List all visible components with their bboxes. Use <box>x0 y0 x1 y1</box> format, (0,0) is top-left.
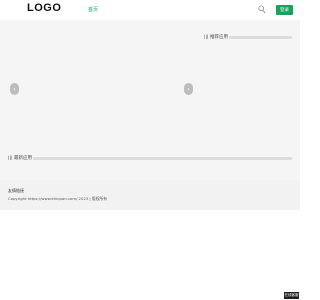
main-content: ||| 推荐应用 ‹ › ||| 最新应用 <box>0 20 300 180</box>
friend-links-label[interactable]: 友情链接 <box>8 188 24 194</box>
section-title-recommended: ||| 推荐应用 <box>204 35 228 40</box>
section-divider <box>33 157 292 160</box>
chevron-right-icon[interactable]: › <box>184 83 193 95</box>
section-title-latest: ||| 最新应用 <box>8 156 32 161</box>
chevron-left-icon[interactable]: ‹ <box>10 83 19 95</box>
customer-service-button[interactable]: 在线客服 <box>284 292 299 299</box>
copyright-text: Copyright https://www.khiquan.com/ 2023 … <box>8 196 108 201</box>
header: LOGO 首页 登录 <box>0 0 300 20</box>
search-icon[interactable] <box>258 5 266 14</box>
footer: 友情链接 Copyright https://www.khiquan.com/ … <box>0 180 300 210</box>
section-divider <box>229 36 292 39</box>
logo[interactable]: LOGO <box>27 2 61 14</box>
nav-home-link[interactable]: 首页 <box>88 6 98 13</box>
login-button[interactable]: 登录 <box>276 5 293 15</box>
